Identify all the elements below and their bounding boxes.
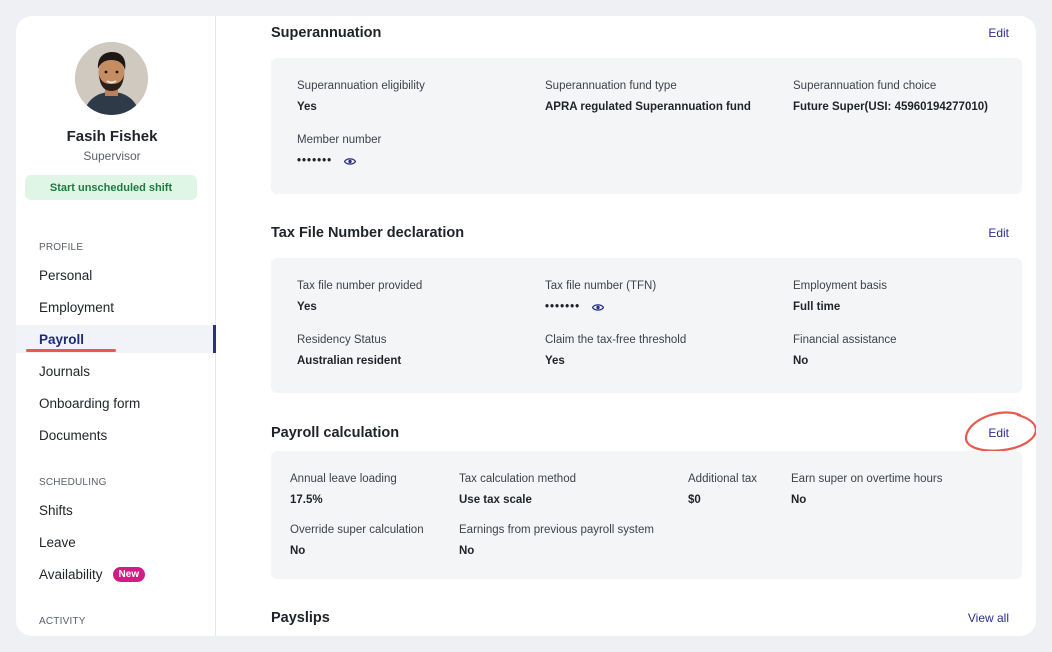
field-value: Yes (297, 301, 317, 313)
field-label: Financial assistance (793, 334, 897, 346)
field-label: Tax file number (TFN) (545, 280, 657, 292)
avatar (75, 42, 148, 115)
sidebar-section-profile: PROFILE (39, 242, 84, 253)
field-value: No (290, 545, 306, 557)
field-value: Australian resident (297, 355, 402, 367)
field-value: No (793, 355, 809, 367)
sidebar-item-label: Leave (39, 534, 76, 550)
field-tfn-number: Tax file number (TFN) ••••••• (545, 280, 656, 313)
payslips-view-all-link[interactable]: View all (968, 611, 1009, 625)
field-override-super: Override super calculation No (290, 524, 424, 557)
field-super-eligibility: Superannuation eligibility Yes (297, 80, 425, 113)
field-label: Superannuation fund type (545, 80, 677, 92)
eye-icon[interactable] (343, 157, 357, 166)
field-member-number: Member number ••••••• (297, 134, 381, 167)
tfn-card: Tax file number provided Yes Tax file nu… (271, 258, 1022, 393)
field-value: No (791, 494, 807, 506)
field-value: APRA regulated Superannuation fund (545, 101, 751, 113)
payroll-calculation-title: Payroll calculation (271, 425, 400, 441)
tfn-title: Tax File Number declaration (271, 225, 465, 241)
field-value: 17.5% (290, 494, 323, 506)
start-unscheduled-shift-button[interactable]: Start unscheduled shift (25, 175, 197, 200)
field-additional-tax: Additional tax $0 (688, 473, 757, 506)
field-value: Yes (545, 355, 565, 367)
field-value: Future Super(USI: 45960194277010) (793, 101, 988, 113)
field-super-fund-type: Superannuation fund type APRA regulated … (545, 80, 751, 113)
field-label: Employment basis (793, 280, 887, 292)
sidebar-item-label: Availability (39, 566, 103, 582)
field-employment-basis: Employment basis Full time (793, 280, 887, 313)
sidebar-item-shifts[interactable]: Shifts (16, 496, 216, 524)
field-previous-payroll-earnings: Earnings from previous payroll system No (459, 524, 654, 557)
sidebar: Fasih Fishek Supervisor Start unschedule… (16, 16, 216, 636)
payroll-calculation-card: Annual leave loading 17.5% Tax calculati… (271, 451, 1022, 579)
sidebar-item-label: Documents (39, 427, 108, 443)
sidebar-item-label: Personal (39, 267, 93, 283)
field-label: Earn super on overtime hours (791, 473, 943, 485)
profile-name: Fasih Fishek (66, 128, 158, 145)
superannuation-card: Superannuation eligibility Yes Superannu… (271, 58, 1022, 194)
masked-value: ••••••• (297, 155, 333, 167)
superannuation-edit-link[interactable]: Edit (988, 26, 1009, 40)
field-label: Member number (297, 134, 382, 146)
field-value: $0 (688, 494, 701, 506)
field-label: Claim the tax-free threshold (545, 334, 687, 346)
sidebar-section-scheduling: SCHEDULING (39, 477, 107, 488)
sidebar-item-personal[interactable]: Personal (16, 261, 216, 289)
field-label: Superannuation eligibility (297, 80, 425, 92)
field-value: ••••••• (297, 155, 381, 167)
field-super-fund-choice: Superannuation fund choice Future Super(… (793, 80, 988, 113)
sidebar-item-label: Journals (39, 363, 91, 379)
field-value: Full time (793, 301, 841, 313)
field-financial-assistance: Financial assistance No (793, 334, 897, 367)
payslips-title: Payslips (271, 610, 330, 626)
field-label: Additional tax (688, 473, 758, 485)
field-label: Earnings from previous payroll system (459, 524, 654, 536)
sidebar-item-label: Onboarding form (39, 395, 141, 411)
field-value: Use tax scale (459, 494, 532, 506)
main-content: Superannuation Edit Superannuation eligi… (217, 16, 1036, 636)
field-value: ••••••• (545, 301, 656, 313)
tfn-edit-link[interactable]: Edit (988, 226, 1009, 240)
sidebar-item-onboarding-form[interactable]: Onboarding form (16, 389, 216, 417)
sidebar-item-availability[interactable]: Availability New (16, 560, 216, 588)
profile-role: Supervisor (83, 149, 141, 163)
new-badge: New (112, 566, 146, 582)
sidebar-item-leave[interactable]: Leave (16, 528, 216, 556)
app-window: Fasih Fishek Supervisor Start unschedule… (16, 16, 1036, 636)
field-label: Tax file number provided (297, 280, 423, 292)
field-label: Superannuation fund choice (793, 80, 937, 92)
sidebar-item-label: Employment (39, 299, 115, 315)
field-value: Yes (297, 101, 317, 113)
field-label: Override super calculation (290, 524, 424, 536)
field-annual-leave-loading: Annual leave loading 17.5% (290, 473, 397, 506)
field-residency-status: Residency Status Australian resident (297, 334, 401, 367)
sidebar-section-activity: ACTIVITY (39, 616, 86, 627)
superannuation-title: Superannuation (271, 25, 382, 41)
eye-icon[interactable] (591, 303, 605, 312)
payroll-calculation-edit-link[interactable]: Edit (988, 426, 1009, 440)
annotation-underline (26, 349, 116, 352)
masked-value: ••••••• (545, 301, 581, 313)
field-label: Residency Status (297, 334, 387, 346)
field-label: Annual leave loading (290, 473, 397, 485)
sidebar-item-documents[interactable]: Documents (16, 421, 216, 449)
sidebar-item-employment[interactable]: Employment (16, 293, 216, 321)
sidebar-item-label: Payroll (39, 331, 85, 347)
field-value: No (459, 545, 475, 557)
field-earn-super-overtime: Earn super on overtime hours No (791, 473, 943, 506)
field-tax-calculation-method: Tax calculation method Use tax scale (459, 473, 576, 506)
field-label: Tax calculation method (459, 473, 576, 485)
sidebar-item-journals[interactable]: Journals (16, 357, 216, 385)
field-tax-free-threshold: Claim the tax-free threshold Yes (545, 334, 686, 367)
field-tfn-provided: Tax file number provided Yes (297, 280, 422, 313)
sidebar-item-label: Shifts (39, 502, 73, 518)
